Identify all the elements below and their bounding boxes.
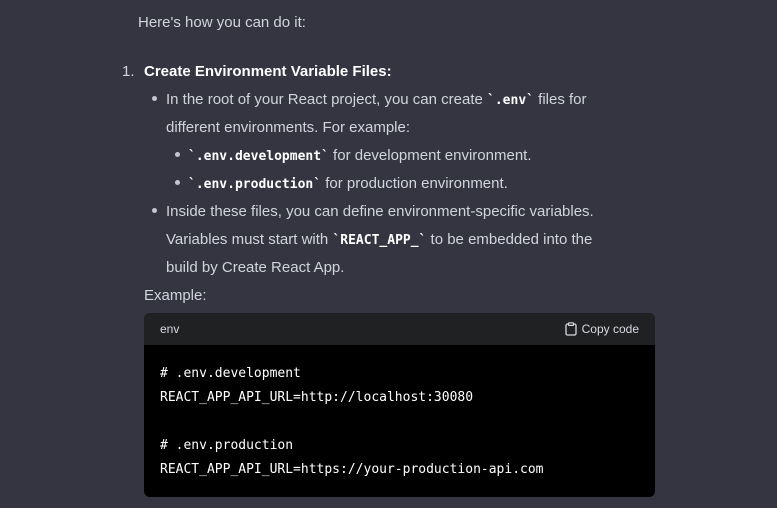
code-line: # .env.production xyxy=(160,438,294,453)
inline-code-env: `.env` xyxy=(487,93,534,108)
bullet-2-text-a: Variables must start with xyxy=(166,231,333,248)
intro-text: Here's how you can do it: xyxy=(138,14,306,31)
bullet-2-line-1: Inside these files, you can define envir… xyxy=(166,203,594,220)
code-line: REACT_APP_API_URL=http://localhost:30080 xyxy=(160,390,474,405)
sub-bullet-dot xyxy=(175,152,180,157)
inline-code-react-app-prefix: `REACT_APP_` xyxy=(332,233,427,248)
code-language-label: env xyxy=(160,322,180,336)
inline-code-env-development: `.env.development` xyxy=(188,149,329,164)
bullet-1-text-b: files for xyxy=(533,91,587,108)
clipboard-icon xyxy=(564,322,577,336)
copy-code-label: Copy code xyxy=(581,322,639,336)
bullet-dot xyxy=(152,96,157,101)
code-line: REACT_APP_API_URL=https://your-productio… xyxy=(160,462,544,477)
inline-code-env-production: `.env.production` xyxy=(188,177,322,192)
list-number: 1. xyxy=(122,63,135,80)
bullet-2-line-2: Variables must start with `REACT_APP_` t… xyxy=(166,230,592,251)
sub-bullet-1: `.env.development` for development envir… xyxy=(188,146,532,167)
bullet-dot xyxy=(152,208,157,213)
step-heading: Create Environment Variable Files: xyxy=(144,63,392,80)
bullet-1-text-a: In the root of your React project, you c… xyxy=(166,91,488,108)
copy-code-button[interactable]: Copy code xyxy=(564,320,639,338)
sub-bullet-2-text: for production environment. xyxy=(321,175,508,192)
bullet-1-line-1: In the root of your React project, you c… xyxy=(166,90,587,111)
code-block: env Copy code # .env.development REACT_A… xyxy=(144,313,655,497)
bullet-2-line-3: build by Create React App. xyxy=(166,259,345,276)
example-label: Example: xyxy=(144,287,207,304)
sub-bullet-dot xyxy=(175,180,180,185)
sub-bullet-2: `.env.production` for production environ… xyxy=(188,174,508,195)
bullet-2-text-b: to be embedded into the xyxy=(426,231,593,248)
code-line: # .env.development xyxy=(160,366,301,381)
code-block-header: env Copy code xyxy=(144,313,655,345)
sub-bullet-1-text: for development environment. xyxy=(328,147,532,164)
bullet-1-line-2: different environments. For example: xyxy=(166,119,411,136)
